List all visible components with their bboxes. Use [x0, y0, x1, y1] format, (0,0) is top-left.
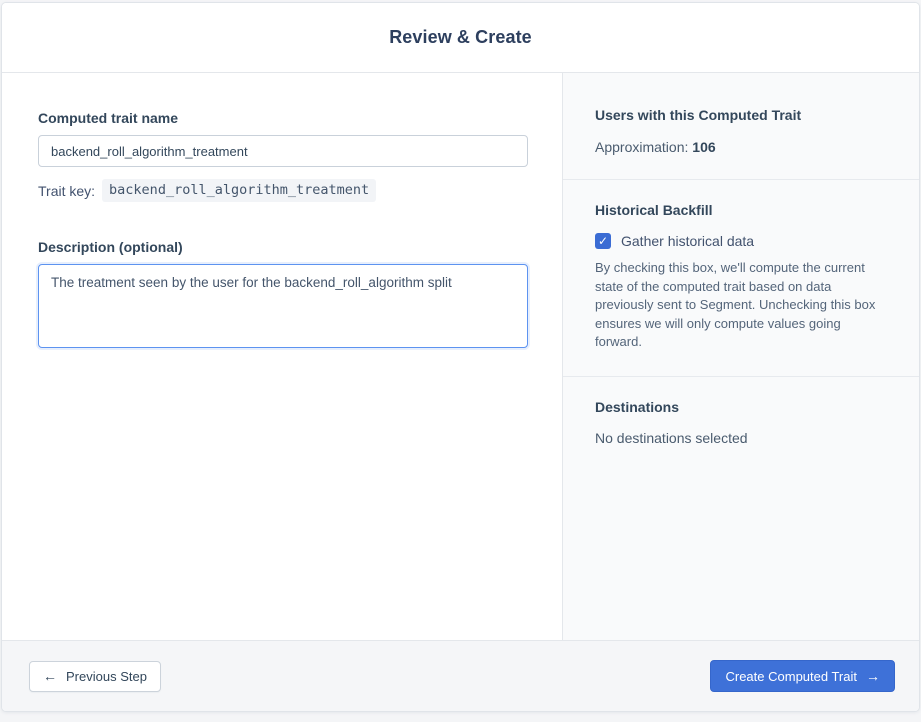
create-computed-trait-label: Create Computed Trait [725, 668, 857, 684]
backfill-help-text: By checking this box, we'll compute the … [595, 260, 876, 349]
card-body: Computed trait name Trait key: backend_r… [2, 73, 919, 640]
destinations-heading: Destinations [595, 398, 680, 415]
arrow-right-icon: → [866, 668, 880, 684]
arrow-left-icon: ← [43, 668, 57, 684]
description-textarea[interactable]: The treatment seen by the user for the b… [38, 264, 528, 348]
review-create-card: Review & Create Computed trait name Trai… [1, 2, 920, 712]
trait-name-label: Computed trait name [38, 110, 179, 126]
description-block: Description (optional) The treatment see… [38, 239, 528, 353]
backfill-checkbox-row[interactable]: ✓ Gather historical data [595, 233, 887, 249]
gather-historical-data-checkbox[interactable]: ✓ [595, 233, 611, 249]
card-footer: ← Previous Step Create Computed Trait → [2, 640, 919, 711]
approximation-label: Approximation: [595, 139, 689, 155]
trait-key-badge: backend_roll_algorithm_treatment [102, 179, 377, 202]
destinations-value: No destinations selected [595, 429, 748, 446]
section-divider [563, 179, 919, 180]
previous-step-button[interactable]: ← Previous Step [29, 660, 161, 692]
trait-form: Computed trait name Trait key: backend_r… [2, 73, 562, 640]
approximation-row: Approximation: 106 [595, 139, 887, 155]
page-title: Review & Create [389, 27, 532, 47]
users-heading: Users with this Computed Trait [595, 107, 802, 123]
card-header: Review & Create [2, 3, 919, 73]
approximation-value: 106 [692, 139, 716, 155]
backfill-heading: Historical Backfill [595, 202, 713, 218]
section-divider [563, 375, 919, 377]
trait-name-input[interactable] [38, 135, 528, 167]
summary-panel: Users with this Computed Trait Approxima… [562, 73, 919, 640]
previous-step-label: Previous Step [66, 668, 147, 684]
create-computed-trait-button[interactable]: Create Computed Trait → [710, 660, 895, 692]
description-label: Description (optional) [38, 239, 183, 255]
trait-key-label: Trait key: [38, 182, 96, 199]
trait-key-row: Trait key: backend_roll_algorithm_treatm… [38, 179, 528, 202]
backfill-checkbox-label: Gather historical data [621, 233, 755, 249]
